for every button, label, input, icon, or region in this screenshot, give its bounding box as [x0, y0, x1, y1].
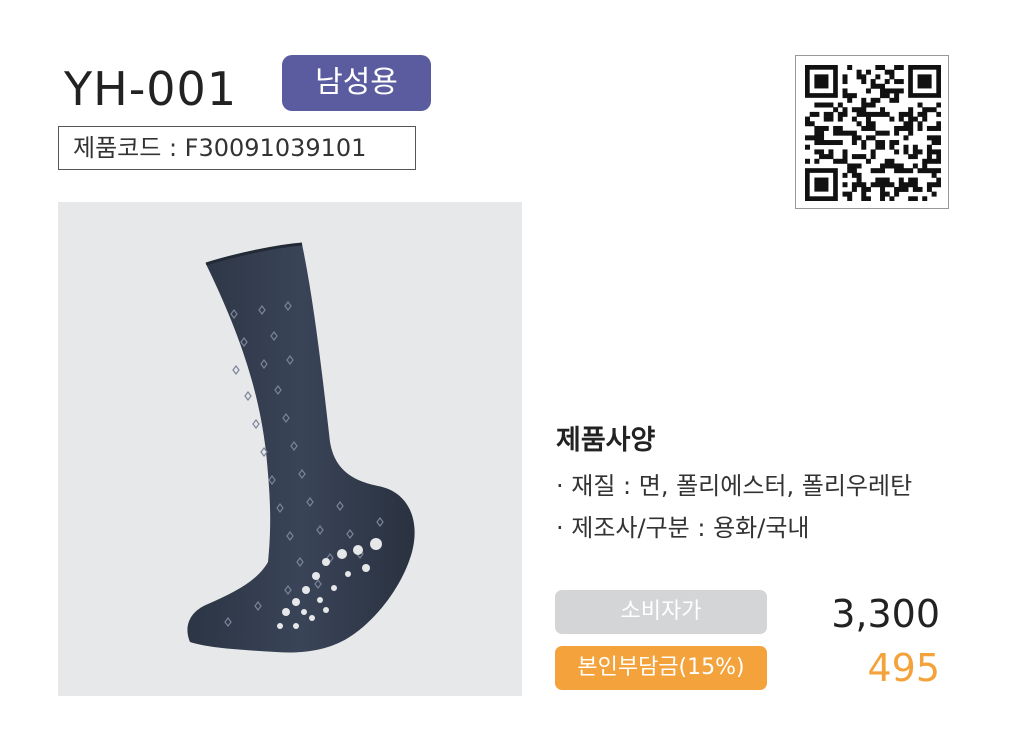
consumer-price-label: 소비자가 [555, 590, 767, 634]
product-code: 제품코드 : F30091039101 [58, 126, 416, 170]
gender-badge: 남성용 [282, 55, 431, 111]
qr-code-icon[interactable] [795, 55, 949, 209]
qr-code-graphic [805, 65, 941, 201]
sock-icon [187, 242, 415, 653]
product-model: YH-001 [64, 62, 238, 116]
self-pay-value: 495 [867, 646, 940, 690]
consumer-price-value: 3,300 [831, 592, 940, 636]
spec-manufacturer: · 제조사/구분 : 용화/국내 [556, 514, 810, 542]
spec-material: · 재질 : 면, 폴리에스터, 폴리우레탄 [556, 472, 913, 500]
self-pay-label: 본인부담금(15%) [555, 646, 767, 690]
product-photo [58, 202, 522, 696]
spec-title: 제품사양 [556, 425, 656, 456]
